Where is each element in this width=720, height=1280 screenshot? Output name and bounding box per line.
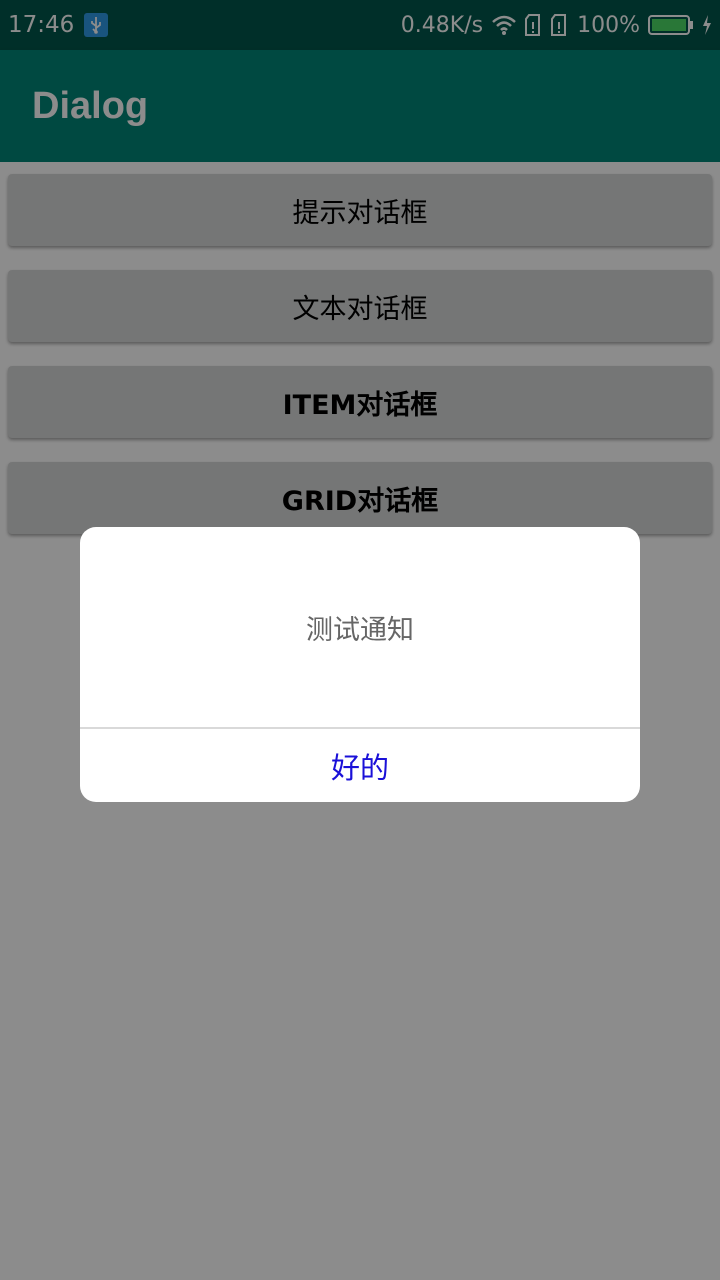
- dialog-ok-button[interactable]: 好的: [80, 729, 640, 802]
- dialog-message: 测试通知: [306, 614, 414, 646]
- alert-dialog: 测试通知 好的: [80, 527, 640, 802]
